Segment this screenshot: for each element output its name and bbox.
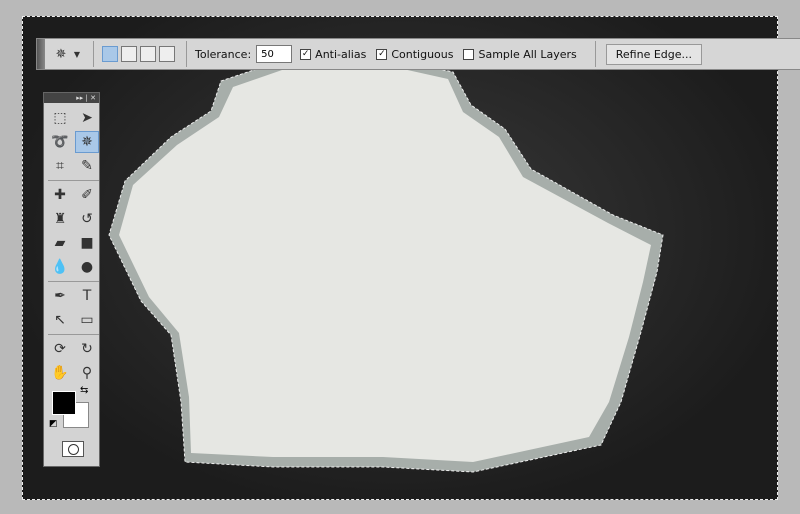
divider	[93, 41, 94, 67]
intersect-selection-button[interactable]	[159, 46, 175, 62]
hand-tool[interactable]: ✋	[48, 362, 72, 384]
swap-colors-icon[interactable]: ⇆	[80, 385, 88, 396]
anti-alias-label: Anti-alias	[315, 47, 367, 61]
toolbox-panel: ▸▸ | ✕ ⬚ ➤ ➰ ✵ ⌗ ✎ ✚ ✐ ♜ ↺ ▰ ■ 💧 ● ✒ T ↖ ▭ ⟳ ↻ ✋ ⚲ ⇆ ◩	[43, 92, 100, 467]
options-bar: ✵ ▼ Tolerance: ✓Anti-alias ✓Contiguous S…	[36, 38, 800, 70]
eraser-tool[interactable]: ▰	[48, 232, 72, 254]
divider	[48, 281, 99, 282]
gradient-tool[interactable]: ■	[75, 232, 99, 254]
pen-icon: ✒	[54, 288, 66, 304]
refine-edge-button[interactable]: Refine Edge...	[605, 43, 703, 65]
3d-orbit-tool[interactable]: ↻	[75, 338, 99, 360]
history-brush-tool[interactable]: ↺	[75, 208, 99, 230]
dodge-icon: ●	[80, 259, 94, 275]
sample-all-layers-label: Sample All Layers	[478, 47, 577, 61]
magic-wand-icon[interactable]: ✵	[53, 46, 69, 62]
eyedropper-icon: ✎	[81, 158, 93, 174]
torn-paper-image	[108, 44, 664, 473]
magic-wand-icon: ✵	[81, 134, 93, 150]
path-selection-icon: ↖	[54, 312, 66, 328]
add-to-selection-button[interactable]	[121, 46, 137, 62]
dodge-tool[interactable]: ●	[75, 256, 99, 278]
lasso-icon: ➰	[51, 134, 69, 150]
empty-checkbox-icon	[463, 48, 475, 60]
anti-alias-checkbox[interactable]: ✓ Anti-alias	[300, 48, 366, 61]
blur-icon: 💧	[51, 259, 69, 275]
3d-rotate-tool[interactable]: ⟳	[48, 338, 72, 360]
crop-icon: ⌗	[56, 158, 64, 174]
check-icon: ✓	[300, 48, 312, 60]
healing-brush-icon: ✚	[54, 187, 66, 203]
chevron-down-icon[interactable]: ▼	[69, 46, 85, 62]
magic-wand-tool[interactable]: ✵	[75, 131, 99, 153]
3d-rotate-icon: ⟳	[54, 341, 66, 357]
foreground-color-swatch[interactable]	[52, 391, 76, 415]
gradient-icon: ■	[80, 235, 94, 251]
pen-tool[interactable]: ✒	[48, 285, 72, 307]
tolerance-input[interactable]	[256, 45, 293, 63]
quick-mask-icon	[67, 443, 79, 455]
healing-brush-tool[interactable]: ✚	[48, 184, 72, 206]
rectangular-marquee-icon: ⬚	[53, 110, 67, 126]
contiguous-checkbox[interactable]: ✓ Contiguous	[376, 48, 453, 61]
path-selection-tool[interactable]: ↖	[48, 309, 72, 331]
divider	[186, 41, 187, 67]
hand-icon: ✋	[51, 365, 69, 381]
history-brush-icon: ↺	[81, 211, 93, 227]
move-tool[interactable]: ➤	[75, 107, 99, 129]
contiguous-label: Contiguous	[391, 47, 454, 61]
type-icon: T	[82, 288, 92, 304]
rectangle-tool[interactable]: ▭	[75, 309, 99, 331]
options-bar-grip[interactable]	[37, 39, 45, 69]
blur-tool[interactable]: 💧	[48, 256, 72, 278]
zoom-icon: ⚲	[81, 365, 93, 381]
toolbox-header[interactable]: ▸▸ | ✕	[44, 93, 99, 103]
subtract-from-selection-button[interactable]	[140, 46, 156, 62]
tolerance-label: Tolerance:	[195, 47, 252, 61]
brush-icon: ✐	[81, 187, 93, 203]
type-tool[interactable]: T	[75, 285, 99, 307]
move-icon: ➤	[81, 110, 93, 126]
new-selection-button[interactable]	[102, 46, 118, 62]
rectangular-marquee-tool[interactable]: ⬚	[48, 107, 72, 129]
divider	[594, 41, 596, 67]
quick-mask-button[interactable]	[62, 441, 84, 457]
3d-orbit-icon: ↻	[81, 341, 93, 357]
brush-tool[interactable]: ✐	[75, 184, 99, 206]
eyedropper-tool[interactable]: ✎	[75, 155, 99, 177]
sample-all-layers-checkbox[interactable]: Sample All Layers	[463, 47, 577, 61]
zoom-tool[interactable]: ⚲	[75, 362, 99, 384]
clone-stamp-icon: ♜	[53, 211, 67, 227]
clone-stamp-tool[interactable]: ♜	[48, 208, 72, 230]
eraser-icon: ▰	[54, 235, 66, 251]
rectangle-icon: ▭	[80, 312, 94, 328]
crop-tool[interactable]: ⌗	[48, 155, 72, 177]
check-icon: ✓	[376, 48, 388, 60]
lasso-tool[interactable]: ➰	[48, 131, 72, 153]
divider	[48, 180, 99, 181]
default-colors-icon[interactable]: ◩	[49, 419, 58, 429]
divider	[48, 334, 99, 335]
document-canvas[interactable]	[22, 16, 778, 500]
